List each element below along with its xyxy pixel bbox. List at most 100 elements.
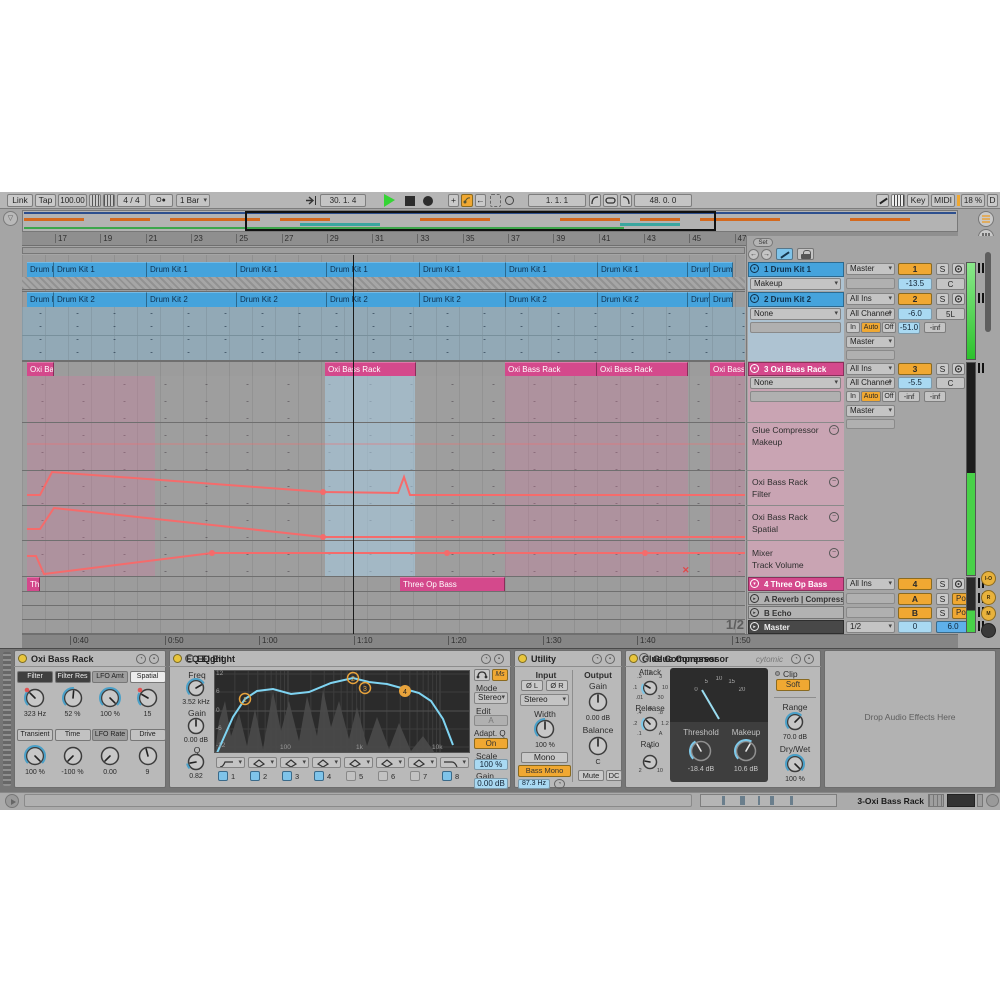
eq-q-knob[interactable] xyxy=(186,752,206,772)
eq-scale-value[interactable]: 100 % xyxy=(474,759,508,770)
track3-extra-box[interactable] xyxy=(750,391,841,402)
lock-envelopes-button[interactable] xyxy=(797,248,814,260)
utility-dc-button[interactable]: DC xyxy=(606,770,622,781)
clip-drum-kit-1[interactable]: Drum Kit 1 xyxy=(420,262,506,277)
track-collapse-icon[interactable]: ▾ xyxy=(750,364,759,373)
overview-scroll-handle-icon[interactable] xyxy=(978,211,994,227)
pan-field[interactable]: C xyxy=(936,377,965,389)
loop-brace[interactable] xyxy=(22,247,745,254)
return-b-routing[interactable] xyxy=(846,607,895,618)
track2-output-sub[interactable] xyxy=(846,350,895,360)
back-to-arrangement-button[interactable]: ▽ xyxy=(3,211,18,226)
peak-field[interactable]: -inf xyxy=(898,391,920,402)
clip-three-op-bass[interactable]: Three Op Bass xyxy=(27,577,40,591)
utility-width-knob[interactable] xyxy=(534,718,556,740)
nudge-forward-button[interactable]: → xyxy=(761,249,772,260)
capture-midi-button[interactable] xyxy=(490,194,501,207)
punch-out-icon[interactable] xyxy=(620,194,632,207)
status-message-box[interactable] xyxy=(24,794,692,807)
utility-bass-mono-freq[interactable]: 87.3 Hz xyxy=(518,779,550,789)
eq-band-6-toggle[interactable] xyxy=(378,771,388,781)
clip-drum-kit-2[interactable]: Drum Kit 2 xyxy=(327,292,420,307)
track1-output-sub[interactable] xyxy=(846,278,895,289)
device-chain-mini-1[interactable] xyxy=(928,794,944,807)
device-view-grip[interactable] xyxy=(3,652,11,786)
track-collapse-icon[interactable]: ▾ xyxy=(750,294,759,303)
loop-length-field[interactable]: 48. 0. 0 xyxy=(634,194,692,207)
punch-in-icon[interactable] xyxy=(589,194,601,207)
macro-knob-transient[interactable] xyxy=(24,745,46,767)
clip-drum-kit-2[interactable]: Drum Kit 2 xyxy=(237,292,327,307)
solo-button[interactable]: S xyxy=(936,578,949,590)
glue-compressor-map-icon[interactable]: ◔ xyxy=(791,654,801,664)
clip-drum-kit-1[interactable]: Drum Kit 1 xyxy=(688,262,710,277)
return-a-number[interactable]: A xyxy=(898,593,932,605)
eq-band-4-filter-type[interactable] xyxy=(312,757,341,768)
track2-extra-box[interactable] xyxy=(750,322,841,333)
track-header-drum-kit-1[interactable]: 1 Drum Kit 1 xyxy=(748,262,844,277)
track3-number[interactable]: 3 xyxy=(898,363,932,375)
reenable-automation-button[interactable]: ← xyxy=(475,194,486,207)
set-button[interactable]: Set xyxy=(753,238,773,247)
glue-range-knob[interactable] xyxy=(785,712,805,732)
pan-field[interactable]: C xyxy=(936,278,965,290)
macro-knob-filter-res[interactable] xyxy=(62,687,84,709)
eq-band-1-toggle[interactable] xyxy=(218,771,228,781)
glue-compressor-on-button[interactable] xyxy=(629,654,638,663)
eq-eight-save-icon[interactable]: ▪ xyxy=(494,654,504,664)
arrangement-position-field[interactable]: 30. 1. 4 xyxy=(320,194,366,207)
track-header-drum-kit-2[interactable]: 2 Drum Kit 2 xyxy=(748,292,844,307)
macro-knob-drive[interactable] xyxy=(137,745,159,767)
clip-drum-kit-2[interactable]: Drum Kit 2 xyxy=(688,292,710,307)
arm-button[interactable] xyxy=(952,263,965,275)
automation-lane-param-label[interactable]: Makeup xyxy=(752,437,826,447)
utility-bass-mono-button[interactable]: Bass Mono xyxy=(518,765,571,777)
track4-input-chooser[interactable]: All Ins xyxy=(846,578,895,590)
clip-overview-mini[interactable] xyxy=(700,794,837,807)
track2-channel-chooser[interactable]: All Channel xyxy=(846,308,895,320)
arm-button[interactable] xyxy=(952,293,965,305)
solo-button[interactable]: S xyxy=(936,593,949,605)
loop-icon[interactable] xyxy=(603,194,618,207)
eq-freq-knob[interactable] xyxy=(186,678,206,698)
peak-field[interactable]: -inf xyxy=(924,322,946,333)
mixer-section-toggle-r[interactable]: R xyxy=(981,590,996,605)
eq-eight-map-icon[interactable]: ◔ xyxy=(481,654,491,664)
overview-viewport[interactable] xyxy=(245,211,716,231)
play-button[interactable] xyxy=(384,194,396,207)
clip-drum-kit-2[interactable]: Drum Kit 2 xyxy=(506,292,598,307)
macro-knob-spatial[interactable] xyxy=(137,687,159,709)
quantize-menu[interactable]: 1 Bar xyxy=(176,194,210,207)
status-help-icon[interactable] xyxy=(986,794,999,807)
link-button[interactable]: Link xyxy=(7,194,33,207)
return-b-header[interactable]: B Echo xyxy=(748,606,844,619)
utility-gain-knob[interactable] xyxy=(587,691,609,713)
solo-button[interactable]: S xyxy=(936,263,949,275)
clip-drum-kit-2[interactable]: Drum Kit 2 xyxy=(147,292,237,307)
mixer-section-toggle-extra[interactable] xyxy=(981,623,996,638)
loop-start-field[interactable]: 1. 1. 1 xyxy=(528,194,586,207)
remove-lane-button[interactable]: − xyxy=(829,477,839,487)
clip-drum-kit-1[interactable]: Drum Kit 1 xyxy=(710,262,733,277)
eq-band-3-filter-type[interactable] xyxy=(280,757,309,768)
key-map-button[interactable]: Key xyxy=(907,194,929,207)
clip-drum-kit-2[interactable]: Drum Kit 2 xyxy=(54,292,147,307)
utility-on-button[interactable] xyxy=(518,654,527,663)
monitor-in-button[interactable]: In xyxy=(846,391,860,402)
track-collapse-icon[interactable]: ▾ xyxy=(750,579,759,588)
status-play-icon[interactable] xyxy=(5,794,19,808)
track4-number[interactable]: 4 xyxy=(898,578,932,590)
monitor-auto-button[interactable]: Auto xyxy=(861,322,881,333)
eq-eight-expand-icon[interactable]: ▸ xyxy=(185,654,194,663)
eq-band-5-filter-type[interactable] xyxy=(344,757,373,768)
arm-button[interactable] xyxy=(952,363,965,375)
automation-lane-param-label[interactable]: Filter xyxy=(752,489,826,499)
peak-field[interactable]: -inf xyxy=(924,391,946,402)
tempo-field[interactable]: 100.00 xyxy=(58,194,87,207)
clip-drum-kit-2[interactable]: Drum Kit 2 xyxy=(598,292,688,307)
groove-amount-button[interactable]: O● xyxy=(149,194,173,207)
eq-band-7-filter-type[interactable] xyxy=(408,757,437,768)
glue-compressor-save-icon[interactable]: ▪ xyxy=(804,654,814,664)
clip-drum-kit-1[interactable]: Drum Kit 1 xyxy=(27,262,54,277)
tap-button[interactable]: Tap xyxy=(35,194,56,207)
